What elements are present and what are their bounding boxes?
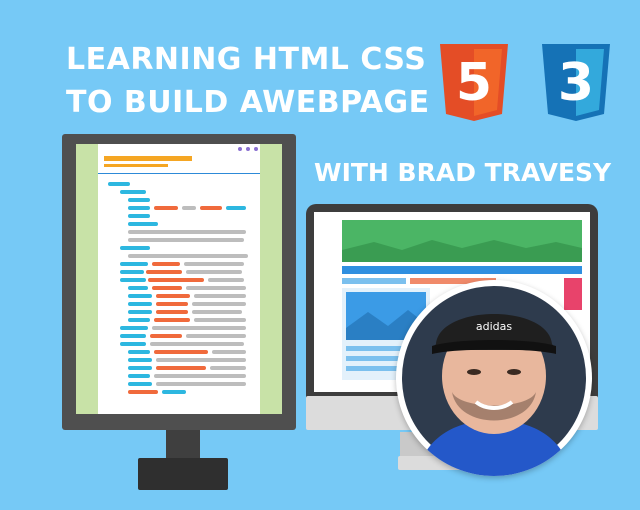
code-token [128,254,248,258]
avatar-eye-left [467,369,481,375]
code-token [226,206,246,210]
code-token [184,262,244,266]
avatar-portrait: adidas [402,286,586,476]
code-token [186,270,242,274]
code-token [154,206,178,210]
code-token [210,366,246,370]
code-token [128,358,152,362]
code-editor-sidebar-left [76,144,98,414]
html5-logo-icon: 5 [440,44,508,121]
website-accent-block [564,278,582,310]
headline-line-2: TO BUILD AWEBPAGE [66,85,430,120]
code-token [154,318,190,322]
code-token [120,326,148,330]
code-token [194,318,246,322]
code-token [156,382,246,386]
code-lines [98,176,254,406]
code-token [128,366,152,370]
code-token [128,238,244,242]
code-token [128,390,158,394]
code-token [128,230,246,234]
code-token [152,286,182,290]
code-token [120,342,146,346]
code-monitor-base [138,458,228,490]
code-editor-sidebar-right [260,144,282,414]
code-token [156,294,190,298]
code-token [128,302,152,306]
code-token [128,294,152,298]
code-token [208,278,244,282]
code-token [128,350,150,354]
code-token [192,302,246,306]
code-token [128,310,152,314]
code-token [156,366,206,370]
code-token [128,222,158,226]
html5-logo-digit: 5 [456,53,492,113]
editor-subtitle-bar [104,164,168,167]
code-token [200,206,222,210]
code-token [146,270,182,274]
code-token [152,326,246,330]
code-token [120,262,148,266]
code-token [186,334,246,338]
code-token [162,390,186,394]
subtitle: WITH BRAD TRAVESY [314,158,612,187]
css3-logo-icon: 3 [542,44,610,121]
code-token [128,382,152,386]
code-token [108,182,130,186]
code-token [154,374,246,378]
avatar: adidas [396,280,592,476]
code-token [156,302,188,306]
code-token [150,342,244,346]
headline: LEARNING HTML CSS TO BUILD AWEBPAGE [66,38,430,124]
code-token [156,358,246,362]
editor-divider [98,173,260,174]
headline-line-1: LEARNING HTML CSS [66,42,427,77]
avatar-eye-right [507,369,521,375]
code-token [182,206,196,210]
code-token [186,286,246,290]
window-dot-icon [254,147,258,151]
window-dot-icon [238,147,242,151]
website-nav-item [342,278,406,284]
code-token [156,310,188,314]
window-dot-icon [246,147,250,151]
code-token [120,246,150,250]
code-token [128,198,150,202]
code-token [128,206,150,210]
code-token [212,350,246,354]
code-token [194,294,246,298]
code-token [128,214,150,218]
code-token [120,278,146,282]
code-token [120,334,146,338]
code-token [120,190,146,194]
css3-logo-digit: 3 [558,53,594,113]
code-token [128,286,148,290]
code-token [152,262,180,266]
code-token [154,350,208,354]
editor-title-bar [104,156,192,161]
code-token [128,374,150,378]
code-token [148,278,204,282]
code-monitor-neck [166,426,200,462]
code-token [120,270,144,274]
website-navbar [342,266,582,274]
avatar-cap-logo-text: adidas [476,320,513,333]
code-token [192,310,242,314]
code-token [128,318,150,322]
code-token [150,334,182,338]
